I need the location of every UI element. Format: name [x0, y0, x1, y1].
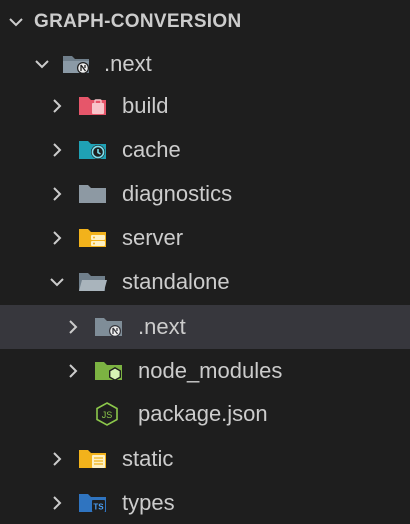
- node-modules-folder-icon: [95, 362, 122, 381]
- chevron-right-icon: [53, 99, 62, 113]
- tree-item-next-folder[interactable]: .next: [0, 42, 410, 86]
- tree-item-label: cache: [122, 137, 181, 162]
- tree-item-package-json[interactable]: JS package.json: [0, 392, 410, 436]
- chevron-right-icon: [53, 231, 62, 245]
- tree-item-build-folder[interactable]: build: [0, 84, 410, 128]
- cache-folder-icon: [79, 141, 106, 159]
- server-folder-icon: [79, 229, 106, 247]
- tree-item-standalone-folder[interactable]: standalone: [0, 260, 410, 304]
- tree-item-label: static: [122, 446, 174, 471]
- chevron-down-icon: [50, 278, 64, 287]
- tree-item-label: types: [122, 490, 175, 515]
- tree-item-label: diagnostics: [122, 181, 233, 206]
- tree-item-server-folder[interactable]: server: [0, 216, 410, 260]
- tree-item-label: .next: [138, 314, 186, 339]
- tree-item-diagnostics-folder[interactable]: diagnostics: [0, 172, 410, 216]
- nextjs-folder-open-icon: [63, 56, 89, 74]
- tree-item-types-folder[interactable]: TS types: [0, 481, 410, 524]
- build-folder-icon: [79, 97, 106, 115]
- tree-item-label: standalone: [122, 269, 230, 294]
- tree-item-standalone-next-folder[interactable]: .next: [0, 305, 410, 349]
- tree-item-label: node_modules: [138, 358, 283, 383]
- typescript-folder-icon: TS: [79, 494, 106, 512]
- tree-item-static-folder[interactable]: static: [0, 437, 410, 481]
- tree-item-label: .next: [104, 51, 152, 76]
- static-folder-icon: [79, 450, 106, 468]
- file-explorer-tree: GRAPH-CONVERSION .next build cache diagn…: [0, 0, 410, 524]
- tree-item-node-modules-folder[interactable]: node_modules: [0, 349, 410, 393]
- svg-text:TS: TS: [93, 503, 104, 512]
- tree-item-label: package.json: [138, 401, 268, 426]
- nextjs-folder-icon: [95, 318, 122, 337]
- tree-item-label: server: [122, 225, 184, 250]
- tree-item-cache-folder[interactable]: cache: [0, 128, 410, 172]
- folder-icon: [79, 185, 106, 203]
- chevron-right-icon: [53, 187, 62, 201]
- tree-item-label: build: [122, 93, 169, 118]
- svg-text:JS: JS: [102, 410, 113, 420]
- chevron-right-icon: [53, 452, 62, 466]
- chevron-down-icon: [35, 60, 49, 69]
- folder-open-icon: [79, 273, 107, 291]
- chevron-down-icon: [9, 18, 23, 27]
- chevron-right-icon: [53, 143, 62, 157]
- explorer-section-header[interactable]: GRAPH-CONVERSION: [0, 0, 410, 44]
- nodejs-file-icon: JS: [96, 402, 118, 426]
- section-title: GRAPH-CONVERSION: [34, 11, 242, 32]
- chevron-right-icon: [69, 320, 78, 334]
- chevron-right-icon: [53, 496, 62, 510]
- chevron-right-icon: [69, 364, 78, 378]
